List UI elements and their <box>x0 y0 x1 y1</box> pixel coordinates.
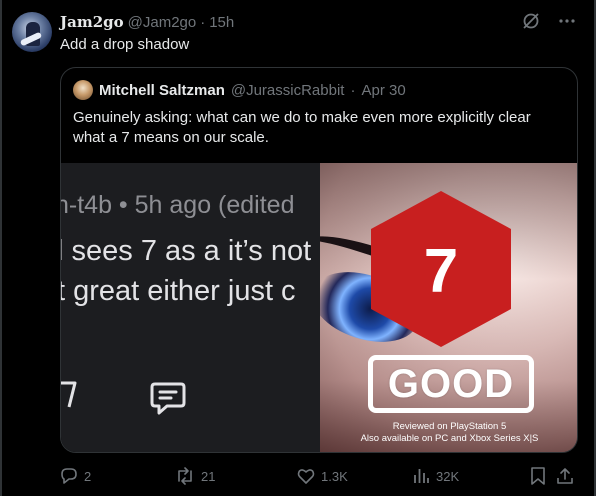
score-value: 7 <box>424 237 458 306</box>
screenshot-text-line-1: l sees 7 as a it’s not <box>61 235 312 267</box>
grok-icon[interactable] <box>522 12 540 30</box>
reddit-screenshot-image[interactable]: n-t4b • 5h ago (edited l sees 7 as a it’… <box>61 163 320 452</box>
upload-icon <box>557 468 573 484</box>
author-name[interactable]: Jam2go <box>60 13 124 31</box>
heart-icon <box>297 469 315 484</box>
repost-count: 21 <box>201 468 216 484</box>
views-button[interactable]: 32K <box>412 466 459 486</box>
bookmark-button[interactable] <box>530 466 546 486</box>
screenshot-meta-line: n-t4b • 5h ago (edited <box>61 191 295 219</box>
author-handle[interactable]: @Jam2go <box>128 14 197 31</box>
header-icons <box>522 12 576 30</box>
quoted-avatar <box>73 80 93 100</box>
views-icon <box>414 469 429 483</box>
tweet-timestamp[interactable]: 15h <box>209 14 234 31</box>
quoted-separator: · <box>350 81 356 99</box>
quoted-tweet[interactable]: Mitchell Saltzman @JurassicRabbit · Apr … <box>60 67 578 453</box>
repost-icon <box>178 467 192 485</box>
screenshot-text-line-2: t great either just c <box>61 275 296 307</box>
timeline-divider-left <box>0 0 2 496</box>
bookmark-icon <box>531 467 545 485</box>
quoted-header: Mitchell Saltzman @JurassicRabbit · Apr … <box>73 80 406 100</box>
also-available: Also available on PC and Xbox Series X|S <box>360 433 539 444</box>
quoted-media[interactable]: n-t4b • 5h ago (edited l sees 7 as a it’… <box>61 163 577 452</box>
tweet-header: Jam2go @Jam2go · 15h <box>60 12 234 32</box>
reply-icon <box>61 468 77 484</box>
view-count: 32K <box>436 468 460 484</box>
reviewed-platform: Reviewed on PlayStation 5 <box>392 421 507 432</box>
quoted-author-handle: @JurassicRabbit <box>230 81 345 99</box>
reply-count: 2 <box>84 468 92 484</box>
quoted-date: Apr 30 <box>361 81 406 99</box>
verdict-label: GOOD <box>368 355 534 413</box>
quoted-author-name: Mitchell Saltzman <box>99 81 225 99</box>
share-icon <box>61 381 81 416</box>
tweet-actions: 2 21 1.3K 32K <box>60 466 580 486</box>
reply-button[interactable]: 2 <box>60 466 91 486</box>
like-button[interactable]: 1.3K <box>297 466 348 486</box>
like-count: 1.3K <box>321 468 348 484</box>
repost-button[interactable]: 21 <box>175 466 215 486</box>
score-hexagon-icon: 7 <box>371 191 511 347</box>
tweet-text: Add a drop shadow <box>60 36 190 53</box>
author-avatar[interactable] <box>12 12 52 52</box>
header-separator: · <box>200 13 206 31</box>
share-button[interactable] <box>556 466 574 486</box>
review-score-image[interactable]: 7 GOOD Reviewed on PlayStation 5 Also av… <box>320 163 577 452</box>
comment-icon <box>149 381 187 422</box>
quoted-text: Genuinely asking: what can we do to make… <box>73 109 531 146</box>
more-icon[interactable] <box>558 12 576 30</box>
